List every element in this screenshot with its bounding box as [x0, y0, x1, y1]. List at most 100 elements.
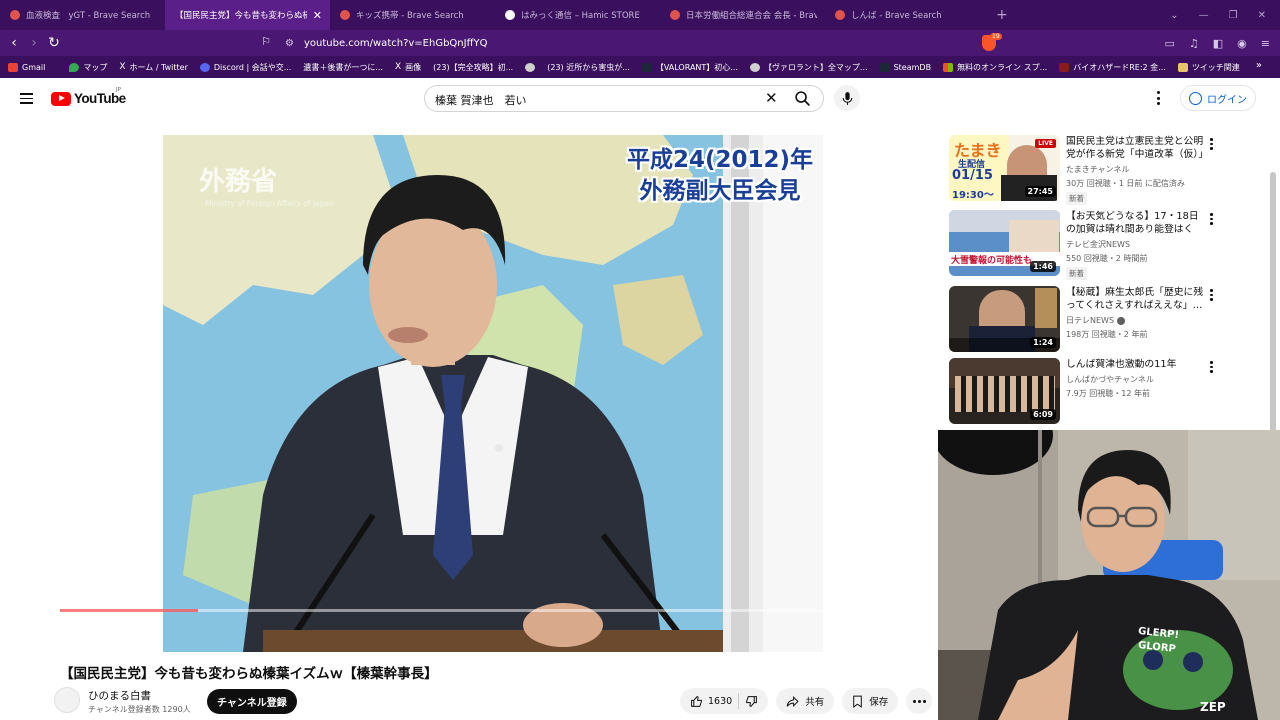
tab-brave-search-shinba[interactable]: しんば - Brave Search — [825, 0, 990, 30]
youtube-logo[interactable]: YouTube — [51, 91, 126, 106]
more-bookmarks-icon[interactable]: » — [1256, 60, 1262, 71]
bookmark-globe[interactable] — [525, 62, 536, 72]
thumbs-down-icon[interactable] — [745, 695, 758, 708]
minimize-icon[interactable]: — — [1199, 10, 1209, 21]
tab-brave-search-blood-test[interactable]: 血液検査 yGT - Brave Search — [0, 0, 165, 30]
subscribe-button[interactable]: チャンネル登録 — [207, 689, 297, 714]
bookmark-twitter[interactable]: X ホーム / Twitter — [119, 62, 188, 73]
search-button[interactable] — [781, 86, 823, 111]
url-field[interactable]: ⚙ youtube.com/watch?v=EhGbQnJffYQ — [285, 33, 487, 53]
bookmark-spreadsheet[interactable]: 無料のオンライン スプ... — [943, 62, 1047, 73]
channel-watermark[interactable] — [897, 570, 925, 596]
tab-search-icon[interactable]: ⌄ — [1170, 10, 1178, 21]
login-button[interactable]: ログイン — [1180, 85, 1256, 111]
more-actions-button[interactable] — [906, 688, 933, 714]
bookmark-video-3[interactable]: (23) 近所から害虫が... — [0, 62, 630, 143]
bookmark-images[interactable]: X 画像 — [395, 62, 421, 73]
close-tab-icon[interactable]: ✕ — [313, 9, 322, 22]
recommendation-channel[interactable]: しんばかづやチャンネル — [1066, 374, 1154, 385]
back-icon[interactable]: ‹ — [4, 35, 24, 51]
subtitles-icon[interactable] — [805, 626, 825, 638]
progress-played — [60, 609, 199, 612]
media-icon[interactable]: ♫ — [1189, 37, 1199, 50]
bookmark-valorant-2[interactable]: 【ヴァロラント】全マップ... — [749, 62, 868, 73]
recommendation-item[interactable]: 1:24 【秘蔵】麻生太郎氏「歴史に残ってくれさえすればええな」… 日テレNEW… — [949, 286, 1249, 352]
recommendation-channel[interactable]: 日テレNEWS — [1066, 315, 1125, 326]
recommendation-menu-icon[interactable] — [1210, 138, 1213, 150]
recommendation-title[interactable]: 【秘蔵】麻生太郎氏「歴史に残ってくれさえすればええな」… — [1066, 286, 1206, 312]
like-count: 1630 — [708, 695, 733, 707]
bookmark-steamdb[interactable]: SteamDB — [879, 62, 931, 72]
video-thumbnail[interactable]: 大雪警報の可能性も 1:46 — [949, 210, 1060, 276]
thumb-text: 01/15 — [952, 168, 993, 183]
bookmark-valorant-1[interactable]: 【VALORANT】初心... — [641, 62, 738, 73]
recommendation-channel[interactable]: たまきチャンネル — [1066, 164, 1130, 175]
progress-bar[interactable] — [60, 609, 925, 612]
recommendation-item[interactable]: 6:09 しんば賀津也激動の11年 しんばかづやチャンネル 7.9万 回視聴・1… — [949, 358, 1249, 424]
settings-icon[interactable] — [835, 626, 855, 638]
volume-button[interactable] — [96, 620, 122, 646]
video-duration: 1:46 — [1030, 261, 1056, 272]
recommendation-menu-icon[interactable] — [1210, 289, 1213, 301]
play-button[interactable] — [60, 620, 86, 646]
recommendation-menu-icon[interactable] — [1210, 213, 1213, 225]
like-button[interactable]: 1630 — [690, 695, 732, 708]
recommendation-meta: 7.9万 回視聴・12 年前 — [1066, 389, 1150, 398]
bookmark-gmail[interactable]: Gmail — [8, 62, 45, 72]
tab-brave-search-kids-phone[interactable]: キッズ携帯 - Brave Search — [330, 0, 495, 30]
video-duration: 6:09 — [1030, 409, 1056, 420]
video-thumbnail[interactable]: 1:24 — [949, 286, 1060, 352]
recommendation-item[interactable]: たまき 生配信 01/15 19:30～ LIVE 27:45 国民民主党は立憲… — [949, 135, 1249, 205]
cast-icon[interactable]: ▭ — [1164, 37, 1174, 50]
recommendation-title[interactable]: 国民民主党は立憲民主党と公明党が作る新党「中道改革（仮）」 — [1066, 135, 1206, 161]
recommendation-menu-icon[interactable] — [1210, 361, 1213, 373]
video-thumbnail[interactable]: たまき 生配信 01/15 19:30～ LIVE 27:45 — [949, 135, 1060, 201]
video-thumbnail[interactable]: 6:09 — [949, 358, 1060, 424]
brave-search-icon — [670, 10, 680, 20]
tab-brave-search-rengo[interactable]: 日本労働組合総連合会 会長 - Brave — [660, 0, 825, 30]
channel-avatar[interactable] — [54, 687, 80, 713]
sidebar-icon[interactable]: ◧ — [1213, 37, 1223, 50]
close-window-icon[interactable]: ✕ — [1258, 10, 1266, 21]
site-info-icon[interactable]: ⚙ — [285, 38, 294, 49]
clear-search-icon[interactable]: ✕ — [765, 89, 778, 107]
share-button[interactable]: 共有 — [776, 688, 835, 714]
mofa-subtitle: Ministry of Foreign Affairs of Japan — [205, 199, 334, 208]
voice-search-button[interactable] — [834, 85, 860, 111]
bookmark-icon[interactable]: ⚐ — [256, 35, 276, 48]
recommendation-item[interactable]: 大雪警報の可能性も 1:46 【お天気どうなる】17・18日の加賀は晴れ間あり能… — [949, 210, 1249, 280]
x-icon: X — [395, 61, 402, 72]
settings-menu-icon[interactable] — [1157, 91, 1160, 105]
tab-title: はみっく通信 – Hamic STORE — [521, 11, 640, 21]
gmail-icon — [8, 62, 18, 72]
globe-icon — [525, 62, 536, 72]
recommendation-channel[interactable]: テレビ金沢NEWS — [1066, 239, 1130, 250]
fullscreen-icon[interactable] — [895, 626, 915, 638]
new-tab-button[interactable]: + — [996, 7, 1008, 23]
search-input[interactable]: 榛葉 賀津也 若い — [435, 92, 527, 108]
forward-icon[interactable]: › — [24, 35, 44, 51]
recommendation-title[interactable]: しんば賀津也激動の11年 — [1066, 358, 1206, 371]
tab-hamic-store[interactable]: はみっく通信 – Hamic STORE — [495, 0, 660, 30]
bookmark-maps[interactable]: マップ — [69, 62, 107, 73]
menu-icon[interactable]: ≡ — [1261, 37, 1270, 50]
tab-youtube-video[interactable]: 【国民民主党】今も昔も変わらぬ榛葉 ✕ — [165, 0, 330, 30]
page-scrollbar[interactable] — [1270, 172, 1276, 432]
share-icon — [786, 695, 799, 707]
guide-menu-icon[interactable] — [20, 93, 33, 104]
theater-mode-icon[interactable] — [865, 626, 885, 638]
recommendation-title[interactable]: 【お天気どうなる】17・18日の加賀は晴れ間あり能登はくも… — [1066, 210, 1206, 236]
bookmark-video-2[interactable]: (23)【完全攻略】初... — [0, 62, 513, 143]
bookmark-discord[interactable]: Discord | 会話や交... — [199, 62, 291, 73]
channel-name[interactable]: ひのまる白書 — [88, 688, 151, 703]
bookmark-biohazard[interactable]: バイオハザードRE:2 金... — [1059, 62, 1166, 73]
search-box[interactable]: 榛葉 賀津也 若い ✕ — [424, 85, 824, 112]
bookmark-video-1[interactable]: 遺書＋後書が一つに... — [0, 62, 383, 143]
bookmark-twitch-folder[interactable]: ツイッチ関連 — [1177, 62, 1240, 73]
reload-icon[interactable]: ↻ — [44, 35, 64, 51]
restore-icon[interactable]: ❐ — [1229, 10, 1238, 21]
video-player[interactable]: 外務省 Ministry of Foreign Affairs of Japan… — [163, 135, 823, 652]
save-label: 保存 — [869, 697, 889, 708]
save-button[interactable]: 保存 — [842, 688, 899, 714]
vpn-icon[interactable]: ◉ — [1237, 37, 1247, 50]
